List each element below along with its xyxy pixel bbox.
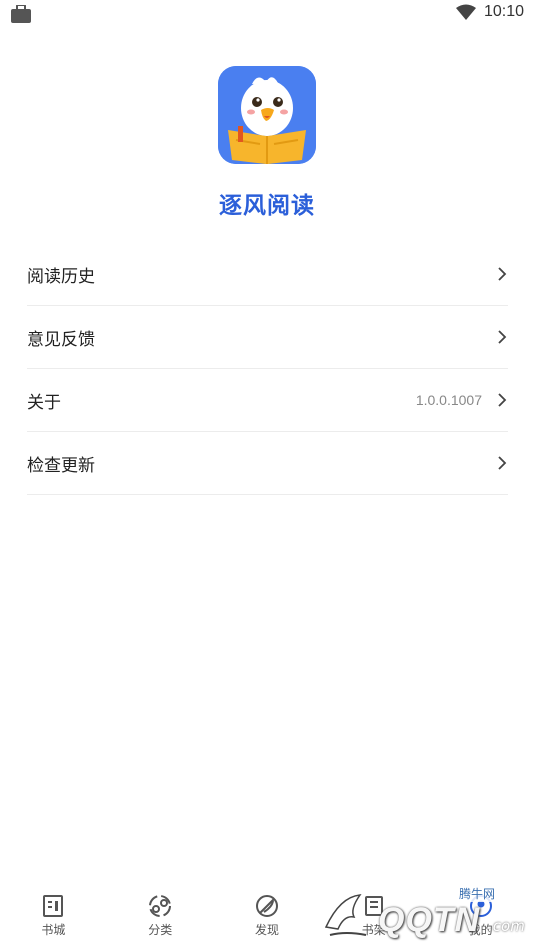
tab-label: 书城 xyxy=(41,923,66,937)
tab-label: 分类 xyxy=(148,923,173,937)
bottom-tab-bar: 书城 分类 发现 书架 我的 xyxy=(0,885,534,949)
menu-item-reading-history[interactable]: 阅读历史 xyxy=(27,243,508,306)
status-time: 10:10 xyxy=(483,3,524,20)
chevron-right-icon xyxy=(498,393,507,407)
menu-item-about[interactable]: 关于 1.0.0.1007 xyxy=(27,369,508,432)
profile-icon xyxy=(469,895,492,917)
tab-profile[interactable]: 我的 xyxy=(427,885,534,949)
bookshelf-icon xyxy=(364,896,383,916)
menu-item-check-update[interactable]: 检查更新 xyxy=(27,432,508,495)
category-icon xyxy=(149,895,172,917)
menu-item-label: 阅读历史 xyxy=(27,266,95,287)
briefcase-icon xyxy=(11,5,31,23)
tab-discover[interactable]: 发现 xyxy=(214,885,321,949)
menu-item-label: 检查更新 xyxy=(27,455,95,476)
bookstore-icon xyxy=(43,895,64,917)
tab-bookshelf[interactable]: 书架 xyxy=(320,885,427,949)
app-name: 逐风阅读 xyxy=(219,193,315,219)
menu-item-label: 意见反馈 xyxy=(27,329,95,350)
menu-item-feedback[interactable]: 意见反馈 xyxy=(27,306,508,369)
discover-icon xyxy=(255,895,278,917)
version-number: 1.0.0.1007 xyxy=(415,392,482,408)
status-right: 10:10 xyxy=(455,3,524,21)
tab-label: 书架 xyxy=(361,923,386,937)
chevron-right-icon xyxy=(498,330,507,344)
app-header: 逐风阅读 xyxy=(0,66,534,220)
tab-label: 发现 xyxy=(254,923,279,937)
chevron-right-icon xyxy=(498,456,507,470)
wifi-icon xyxy=(455,4,476,20)
tab-label: 我的 xyxy=(468,923,493,937)
status-bar: 10:10 xyxy=(0,0,534,30)
app-logo-icon xyxy=(218,66,316,164)
tab-bookstore[interactable]: 书城 xyxy=(0,885,107,949)
tab-category[interactable]: 分类 xyxy=(107,885,214,949)
settings-menu: 阅读历史 意见反馈 关于 1.0.0.1007 检查更新 xyxy=(27,243,508,495)
chevron-right-icon xyxy=(498,267,507,281)
menu-item-label: 关于 xyxy=(27,392,61,413)
